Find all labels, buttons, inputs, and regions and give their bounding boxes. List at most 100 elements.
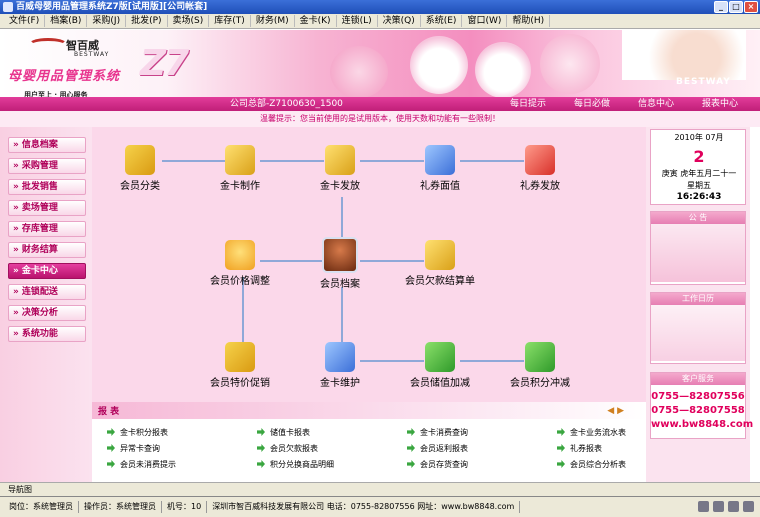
close-button[interactable]: ×	[744, 1, 758, 13]
node-stored-value[interactable]: 会员储值加减	[395, 342, 485, 389]
menu-inventory[interactable]: 库存(T)	[209, 15, 251, 27]
calendar-time: 16:26:43	[676, 192, 722, 202]
toy-bunny-icon	[540, 34, 600, 94]
menu-chain[interactable]: 连锁(L)	[337, 15, 378, 27]
menu-decision[interactable]: 决策(Q)	[378, 15, 421, 27]
customer-service-title: 客户服务	[651, 373, 745, 385]
menu-archive[interactable]: 档案(B)	[45, 15, 88, 27]
network-icon[interactable]	[713, 501, 724, 512]
sidebar-item-finance[interactable]: » 财务结算	[8, 242, 86, 258]
app-icon	[3, 2, 13, 12]
member-profile-icon	[322, 237, 358, 273]
special-promo-icon	[225, 342, 255, 372]
menu-help[interactable]: 帮助(H)	[507, 15, 551, 27]
version-mark: Z7	[140, 43, 189, 84]
card-make-icon	[225, 145, 255, 175]
sidebar-item-system[interactable]: » 系统功能	[8, 326, 86, 342]
report-link[interactable]: 储值卡报表	[257, 427, 310, 438]
report-link[interactable]: 会员未消费提示	[107, 459, 176, 470]
menu-system[interactable]: 系统(E)	[421, 15, 463, 27]
menu-goldcard[interactable]: 金卡(K)	[295, 15, 337, 27]
coupon-issue-icon	[525, 145, 555, 175]
node-coupon-issue[interactable]: 礼券发放	[495, 145, 585, 192]
node-special-promo[interactable]: 会员特价促销	[195, 342, 285, 389]
sidebar-item-wholesale[interactable]: » 批发销售	[8, 179, 86, 195]
node-price-adjust[interactable]: 会员价格调整	[195, 240, 285, 287]
title-bar: 百威母婴用品管理系统Z7版[试用版][公司帐套] _ □ ×	[0, 0, 760, 14]
phone-number: 0755—82807558	[651, 405, 745, 416]
report-link[interactable]: 会员返利报表	[407, 443, 468, 454]
menu-bar: 文件(F) 档案(B) 采购(J) 批发(P) 卖场(S) 库存(T) 财务(M…	[0, 14, 760, 29]
report-link[interactable]: 金卡业务流水表	[557, 427, 626, 438]
sidebar-item-chain[interactable]: » 连锁配送	[8, 284, 86, 300]
double-chevron-icon: »	[13, 266, 19, 276]
banner: 智百威 BESTWAY 母婴用品管理系统 Z7 用户至上 · 用心服务 BEST…	[0, 30, 760, 104]
menu-store[interactable]: 卖场(S)	[168, 15, 210, 27]
node-card-make[interactable]: 金卡制作	[195, 145, 285, 192]
calendar-year-month: 2010年 07月	[674, 133, 724, 142]
sidebar-item-store[interactable]: » 卖场管理	[8, 200, 86, 216]
link-report-center[interactable]: 报表中心	[688, 97, 752, 111]
maximize-button[interactable]: □	[729, 1, 743, 13]
sidebar-item-inventory[interactable]: » 存库管理	[8, 221, 86, 237]
right-panel: 2010年 07月 2 庚寅 虎年五月二十一 星期五 16:26:43 公 告 …	[646, 127, 753, 482]
double-chevron-icon: »	[13, 161, 19, 171]
node-card-issue[interactable]: 金卡发放	[295, 145, 385, 192]
calendar-widget: 2010年 07月 2 庚寅 虎年五月二十一 星期五 16:26:43	[650, 129, 746, 205]
report-link[interactable]: 积分兑换商品明细	[257, 459, 334, 470]
status-operator: 操作员：系统管理员	[79, 501, 162, 513]
double-chevron-icon: »	[13, 224, 19, 234]
trial-notice: 温馨提示：您当前使用的是试用版本，使用天数和功能有一些限制！	[0, 111, 760, 127]
node-coupon-value[interactable]: 礼券面值	[395, 145, 485, 192]
nav-tab[interactable]: 导航图	[8, 484, 32, 495]
work-calendar-panel: 工作日历	[650, 292, 746, 364]
report-link[interactable]: 会员欠款报表	[257, 443, 318, 454]
menu-finance[interactable]: 财务(M)	[251, 15, 295, 27]
menu-wholesale[interactable]: 批发(P)	[126, 15, 168, 27]
logo-swoosh-icon	[28, 38, 68, 52]
user-icon[interactable]	[743, 501, 754, 512]
phone-number: 0755—82807556	[651, 391, 745, 402]
menu-file[interactable]: 文件(F)	[4, 15, 46, 27]
report-link[interactable]: 会员存货查询	[407, 459, 468, 470]
points-offset-icon	[525, 342, 555, 372]
report-link[interactable]: 礼券报表	[557, 443, 602, 454]
link-daily-tips[interactable]: 每日提示	[496, 97, 560, 111]
sidebar-item-goldcard[interactable]: » 金卡中心	[8, 263, 86, 279]
reports-nav-arrows-icon[interactable]: ◀ ▶	[607, 406, 624, 416]
notice-panel: 公 告	[650, 211, 746, 285]
calendar-day: 2	[693, 147, 705, 166]
node-member-profile[interactable]: 会员档案	[295, 237, 385, 290]
node-points-offset[interactable]: 会员积分冲减	[495, 342, 585, 389]
menu-window[interactable]: 窗口(W)	[462, 15, 508, 27]
calendar-lunar: 庚寅 虎年五月二十一	[661, 169, 737, 178]
link-info-center[interactable]: 信息中心	[624, 97, 688, 111]
status-company: 深圳市智百威科技发展有限公司 电话：0755-82807556 网址：www.b…	[207, 501, 521, 513]
double-chevron-icon: »	[13, 140, 19, 150]
report-link[interactable]: 金卡消费查询	[407, 427, 468, 438]
report-link[interactable]: 异常卡查询	[107, 443, 160, 454]
sidebar-item-decision[interactable]: » 决策分析	[8, 305, 86, 321]
nav-bar: 公司总部-Z7100630_1500 每日提示 每日必做 信息中心 报表中心	[0, 97, 760, 111]
work-calendar-body	[651, 305, 745, 361]
minimize-button[interactable]: _	[714, 1, 728, 13]
double-chevron-icon: »	[13, 182, 19, 192]
double-chevron-icon: »	[13, 245, 19, 255]
menu-purchase[interactable]: 采购(J)	[87, 15, 127, 27]
member-category-icon	[125, 145, 155, 175]
sidebar-item-purchase[interactable]: » 采购管理	[8, 158, 86, 174]
stored-value-icon	[425, 342, 455, 372]
flow-connector	[341, 287, 343, 342]
notice-title: 公 告	[651, 212, 745, 224]
link-daily-tasks[interactable]: 每日必做	[560, 97, 624, 111]
coupon-value-icon	[425, 145, 455, 175]
node-member-category[interactable]: 会员分类	[95, 145, 185, 192]
sidebar-item-archive[interactable]: » 信息档案	[8, 137, 86, 153]
speaker-icon[interactable]	[698, 501, 709, 512]
printer-icon[interactable]	[728, 501, 739, 512]
node-debt-settle[interactable]: 会员欠款结算单	[395, 240, 485, 287]
report-link[interactable]: 会员综合分析表	[557, 459, 626, 470]
report-link[interactable]: 金卡积分报表	[107, 427, 168, 438]
node-card-maintain[interactable]: 金卡维护	[295, 342, 385, 389]
website-link[interactable]: www.bw8848.com	[651, 418, 753, 432]
